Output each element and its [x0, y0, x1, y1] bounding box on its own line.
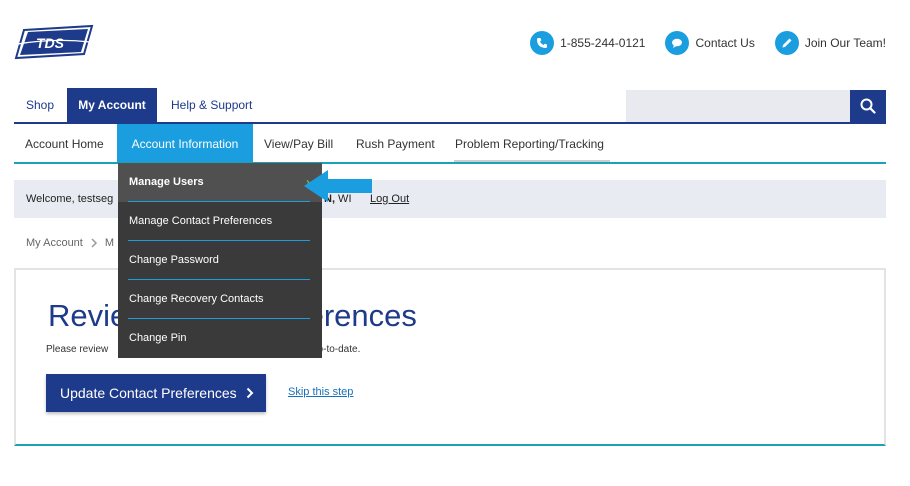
breadcrumb: My Account M	[26, 237, 114, 249]
join-team-link[interactable]: Join Our Team!	[774, 31, 886, 55]
dropdown-change-recovery-contacts[interactable]: Change Recovery Contacts	[118, 280, 322, 319]
subnav-account-home[interactable]: Account Home	[25, 124, 104, 162]
phone-number: 1-855-244-0121	[560, 36, 646, 50]
skip-step-link[interactable]: Skip this step	[288, 386, 353, 398]
search-icon	[860, 98, 876, 114]
logo-text: TDS	[36, 35, 65, 51]
header-links: 1-855-244-0121 Contact Us Join Our Team!	[510, 31, 886, 55]
top-nav: Shop My Account Help & Support	[14, 88, 886, 124]
subnav-account-information[interactable]: Account Information	[117, 124, 253, 162]
logo-mark: TDS	[14, 24, 94, 60]
chevron-right-icon	[91, 238, 97, 248]
dropdown-manage-users[interactable]: Manage Users ›	[118, 163, 322, 202]
breadcrumb-my-account[interactable]: My Account	[26, 237, 83, 249]
search-input[interactable]	[626, 90, 850, 122]
page-title-start: Revie	[48, 298, 128, 333]
contact-us-link[interactable]: Contact Us	[665, 31, 755, 55]
logout-link[interactable]: Log Out	[370, 193, 409, 205]
dropdown-manage-users-label: Manage Users	[129, 176, 204, 188]
tds-logo[interactable]: TDS	[14, 24, 94, 60]
phone-icon	[530, 31, 555, 55]
tab-shop[interactable]: Shop	[26, 88, 54, 122]
desc-start: Please review	[46, 344, 109, 355]
join-team-label: Join Our Team!	[804, 36, 886, 50]
account-info-dropdown: Manage Users › Manage Contact Preference…	[118, 163, 322, 358]
chevron-right-icon	[246, 387, 254, 399]
page-title: Revie ferences	[48, 298, 417, 334]
subnav-rush-payment[interactable]: Rush Payment	[356, 124, 435, 162]
dropdown-manage-contact-preferences[interactable]: Manage Contact Preferences	[118, 202, 322, 241]
tab-help-support[interactable]: Help & Support	[171, 88, 252, 122]
dropdown-change-pin[interactable]: Change Pin	[118, 319, 322, 358]
contact-us-label: Contact Us	[695, 36, 755, 50]
chat-icon	[665, 31, 690, 55]
sub-nav: Account Home Account Information View/Pa…	[14, 124, 886, 164]
phone-link[interactable]: 1-855-244-0121	[530, 31, 645, 55]
search-button[interactable]	[850, 90, 886, 122]
subnav-problem-reporting[interactable]: Problem Reporting/Tracking	[455, 124, 604, 162]
update-contact-preferences-button[interactable]: Update Contact Preferences	[46, 374, 266, 412]
update-button-label: Update Contact Preferences	[60, 385, 237, 401]
subnav-underline	[454, 160, 610, 162]
annotation-arrow-icon	[304, 170, 372, 202]
tab-my-account[interactable]: My Account	[67, 88, 157, 122]
pencil-icon	[774, 31, 799, 55]
dropdown-change-password[interactable]: Change Password	[118, 241, 322, 280]
subnav-view-pay-bill[interactable]: View/Pay Bill	[264, 124, 333, 162]
breadcrumb-current: M	[104, 237, 115, 249]
welcome-text: Welcome, testseg	[26, 193, 114, 205]
